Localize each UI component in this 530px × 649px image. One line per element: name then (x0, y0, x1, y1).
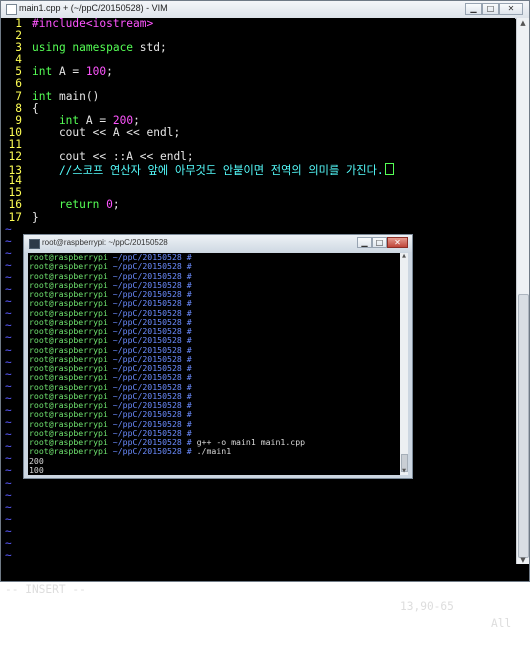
code-line[interactable]: 3 using namespace std; (1, 42, 515, 54)
terminal-output[interactable]: root@raspberrypi ~/ppC/20150528 # root@ra… (28, 253, 400, 475)
minimize-button[interactable]: ▁ (465, 3, 482, 15)
scroll-percent: All (491, 617, 512, 630)
terminal-scroll-down-icon[interactable]: ▼ (400, 468, 408, 475)
code-line[interactable]: 10 cout << A << endl; (1, 125, 515, 139)
code-line[interactable]: 14 (1, 175, 515, 187)
code-text: int main() (32, 89, 100, 103)
code-line[interactable]: 16 return 0; (1, 199, 515, 211)
close-button[interactable]: ✕ (499, 3, 523, 15)
terminal-close-button[interactable]: ✕ (387, 237, 408, 248)
empty-buffer-line: ~ (5, 476, 12, 490)
terminal-scroll-up-icon[interactable]: ▲ (400, 253, 408, 260)
scroll-up-arrow-icon[interactable]: ▲ (517, 18, 529, 29)
line-number: 8 (15, 101, 22, 115)
code-line[interactable]: 1 #include<iostream> (1, 17, 515, 30)
code-text: return 0; (32, 198, 120, 212)
empty-buffer-line: ~ (5, 488, 12, 502)
text-cursor (384, 163, 394, 176)
line-number: 16 (8, 198, 22, 212)
empty-buffer-line: ~ (5, 524, 12, 538)
code-line[interactable]: 7 int main() (1, 89, 515, 103)
code-line[interactable]: 17} (1, 210, 515, 224)
terminal-title-bar[interactable]: root@raspberrypi: ~/ppC/20150528 ▁ □ ✕ (24, 235, 412, 252)
terminal-output-line: 200 (29, 455, 44, 466)
code-text: int A = 100; (32, 65, 113, 79)
window-title: main1.cpp + (~/ppC/20150528) - VIM (19, 3, 168, 13)
vertical-scrollbar[interactable]: ▲ ▼ (516, 18, 529, 566)
terminal-line: root@raspberrypi ~/ppC/20150528 # ./main… (29, 446, 232, 457)
code-text: cout << ::A << endl; (32, 150, 194, 164)
maximize-button[interactable]: □ (482, 3, 499, 15)
code-line[interactable]: 12 cout << ::A << endl; (1, 150, 515, 164)
terminal-icon (29, 239, 40, 249)
mode-indicator: -- INSERT -- (5, 583, 86, 596)
code-text: { (32, 101, 39, 115)
code-line[interactable]: 13 //스코프 연산자 앞에 아무것도 안붙이면 전역의 의미를 가진다. (1, 163, 515, 177)
line-number: 12 (8, 150, 22, 164)
line-number: 7 (15, 89, 22, 103)
code-text: int A = 200; (32, 113, 140, 127)
empty-buffer-line: ~ (5, 500, 12, 514)
line-number: 6 (15, 77, 22, 91)
code-text: using namespace std; (32, 41, 167, 55)
empty-buffer-line: ~ (5, 512, 12, 526)
scrollbar-thumb[interactable] (518, 294, 529, 558)
code-text: cout << A << endl; (32, 125, 181, 139)
code-text: #include<iostream> (32, 17, 154, 30)
empty-buffer-line: ~ (5, 549, 12, 563)
line-number: 17 (8, 210, 22, 224)
terminal-title: root@raspberrypi: ~/ppC/20150528 (42, 238, 168, 247)
terminal-maximize-button[interactable]: □ (372, 237, 387, 248)
vim-app-icon (6, 4, 17, 15)
terminal-scrollbar[interactable]: ▲ ▼ (400, 253, 408, 475)
code-text: } (32, 210, 39, 224)
terminal-minimize-button[interactable]: ▁ (357, 237, 372, 248)
cursor-position: 13,90-65 (400, 600, 454, 613)
code-line[interactable]: 5 int A = 100; (1, 66, 515, 78)
status-line: -- INSERT -- 13,90-65 All (1, 564, 529, 630)
empty-buffer-line: ~ (5, 537, 12, 551)
terminal-window[interactable]: root@raspberrypi: ~/ppC/20150528 ▁ □ ✕ r… (23, 234, 413, 479)
